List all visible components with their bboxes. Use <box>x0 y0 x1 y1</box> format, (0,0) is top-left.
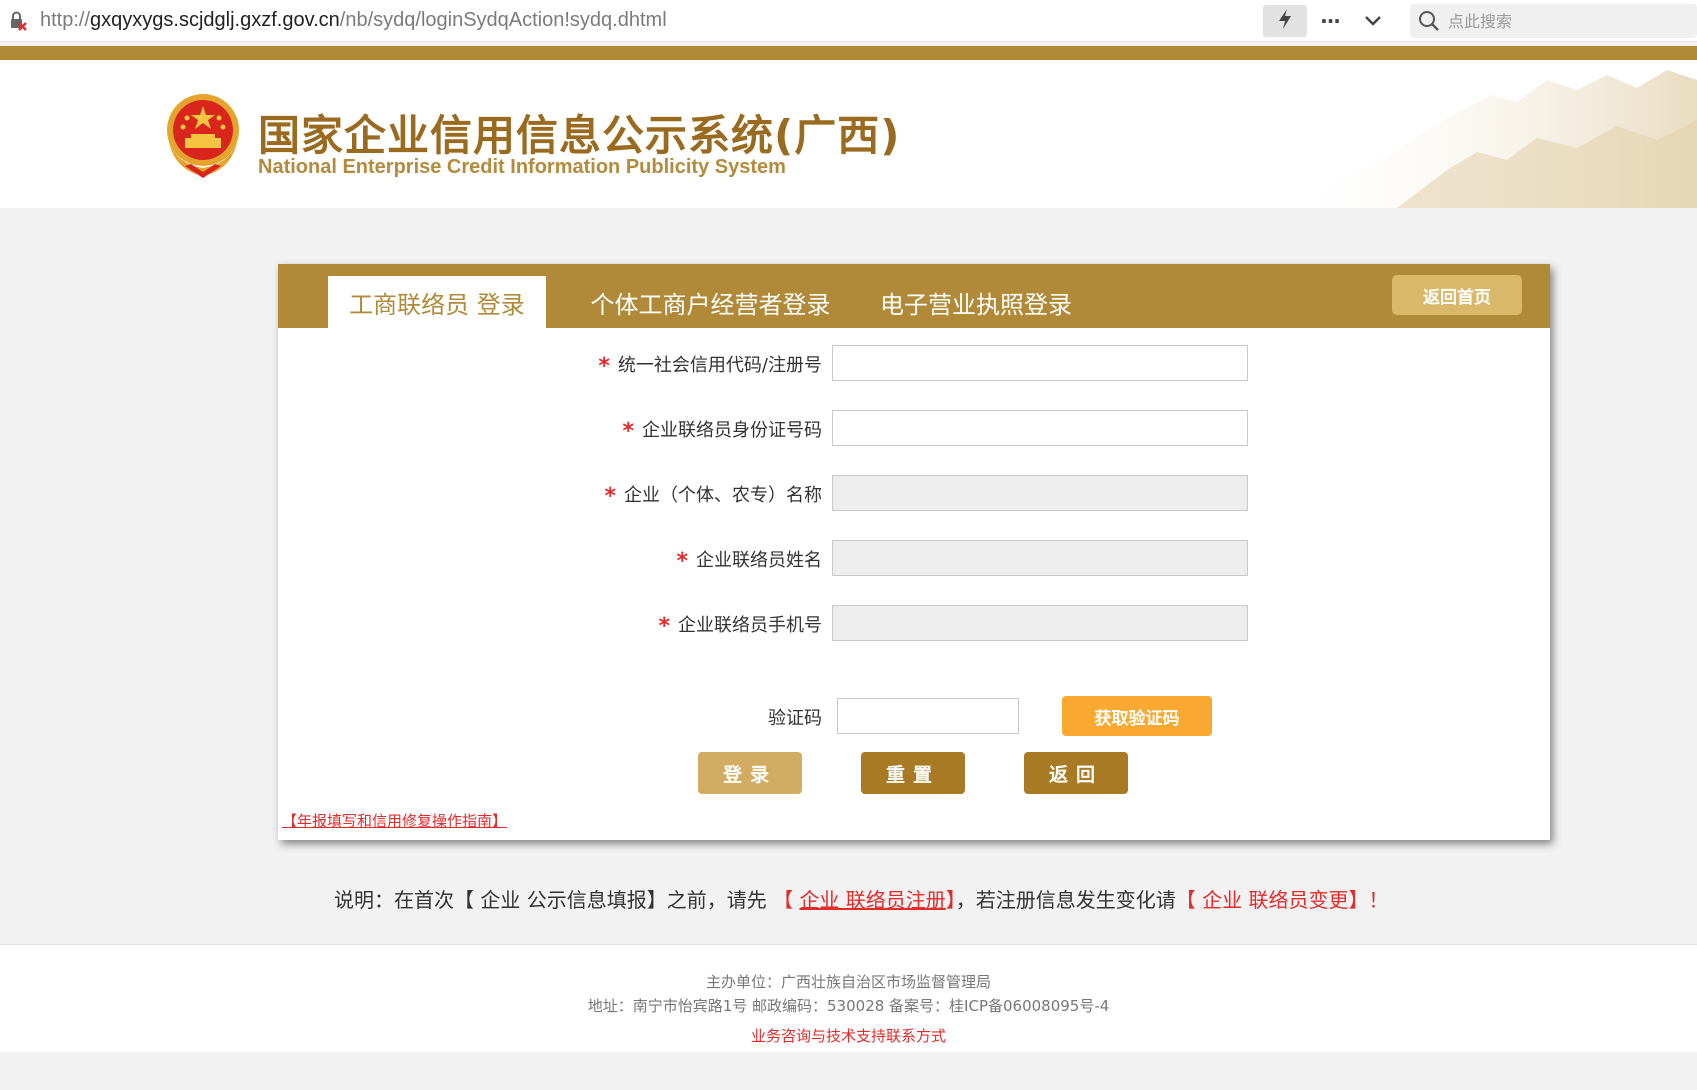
enterprise-name-input[interactable] <box>832 475 1248 511</box>
login-panel: 工商联络员 登录 个体工商户经营者登录 电子营业执照登录 返回首页 * 统一社会信… <box>278 264 1550 840</box>
lightning-icon <box>1276 8 1294 34</box>
site-title-cn: 国家企业信用信息公示系统(广西) <box>258 111 901 160</box>
form-row-enterprise-name: * 企业（个体、农专）名称 <box>278 475 1550 511</box>
tab-e-license-login[interactable]: 电子营业执照登录 <box>868 276 1084 328</box>
browser-search-input[interactable] <box>1448 9 1688 33</box>
site-header: 国家企业信用信息公示系统(广西) National Enterprise Cre… <box>0 60 1697 208</box>
form-row-liaison-phone: * 企业联络员手机号 <box>278 605 1550 641</box>
url-host: gxqyxygs.scjdglj.gxzf.gov.cn <box>90 9 340 31</box>
footer-sponsor: 主办单位：广西壮族自治区市场监督管理局 <box>705 973 991 991</box>
required-star: * <box>622 419 634 444</box>
form-row-id-number: * 企业联络员身份证号码 <box>278 410 1550 446</box>
national-emblem-logo <box>163 92 243 180</box>
form-row-credit-code: * 统一社会信用代码/注册号 <box>278 345 1550 381</box>
register-link-wrapper: 【 企业 联络员注册】 <box>773 888 956 912</box>
required-star: * <box>658 614 670 639</box>
tab-liaison-login[interactable]: 工商联络员 登录 <box>328 276 546 328</box>
id-number-input[interactable] <box>832 410 1248 446</box>
form-row-liaison-name: * 企业联络员姓名 <box>278 540 1550 576</box>
liaison-phone-input[interactable] <box>832 605 1248 641</box>
footer-address: 地址：南宁市怡宾路1号 邮政编码：530028 备案号：桂ICP备0600809… <box>587 997 1110 1015</box>
chevron-down-icon <box>1364 12 1382 31</box>
guide-link-container: 【年报填写和信用修复操作指南】 <box>282 810 507 831</box>
login-tab-bar: 工商联络员 登录 个体工商户经营者登录 电子营业执照登录 返回首页 <box>278 264 1550 328</box>
login-button[interactable]: 登录 <box>698 752 802 794</box>
site-footer: 主办单位：广西壮族自治区市场监督管理局 地址：南宁市怡宾路1号 邮政编码：530… <box>0 944 1697 1052</box>
notice-text: 说明：在首次【 企业 公示信息填报】之前，请先 【 企业 联络员注册】，若注册信… <box>334 888 1389 912</box>
liaison-name-input[interactable] <box>832 540 1248 576</box>
liaison-change-link[interactable]: 【 企业 联络员变更】！ <box>1176 888 1389 912</box>
credit-code-input[interactable] <box>832 345 1248 381</box>
get-verification-code-button[interactable]: 获取验证码 <box>1062 696 1212 736</box>
header-gold-bar <box>0 46 1697 60</box>
lightning-button[interactable] <box>1263 5 1307 37</box>
mountain-decoration <box>1277 70 1697 208</box>
liaison-register-link[interactable]: 企业 联络员注册 <box>799 888 945 912</box>
more-icon: ··· <box>1320 9 1341 33</box>
credit-code-label: * 统一社会信用代码/注册号 <box>598 354 822 379</box>
verification-code-label: 验证码 <box>768 708 822 729</box>
enterprise-name-label: * 企业（个体、农专）名称 <box>604 484 822 509</box>
site-title-en: National Enterprise Credit Information P… <box>258 156 786 178</box>
url-field[interactable]: http://gxqyxygs.scjdglj.gxzf.gov.cn/nb/s… <box>40 9 667 32</box>
liaison-phone-label: * 企业联络员手机号 <box>658 614 822 639</box>
required-star: * <box>676 549 688 574</box>
browser-address-bar: http://gxqyxygs.scjdglj.gxzf.gov.cn/nb/s… <box>0 0 1697 42</box>
return-home-button[interactable]: 返回首页 <box>1392 275 1522 315</box>
url-path: /nb/sydq/loginSydqAction!sydq.dhtml <box>339 9 667 31</box>
liaison-name-label: * 企业联络员姓名 <box>676 549 822 574</box>
reset-button[interactable]: 重置 <box>861 752 965 794</box>
tab-individual-business-login[interactable]: 个体工商户经营者登录 <box>578 276 843 328</box>
required-star: * <box>604 484 616 509</box>
id-number-label: * 企业联络员身份证号码 <box>622 419 822 444</box>
back-button[interactable]: 返回 <box>1024 752 1128 794</box>
insecure-lock-icon[interactable] <box>8 10 28 32</box>
more-options-button[interactable]: ··· <box>1315 6 1345 36</box>
dropdown-button[interactable] <box>1358 6 1388 36</box>
verification-code-input[interactable] <box>837 698 1019 734</box>
url-scheme: http:// <box>40 9 91 31</box>
browser-search-box <box>1410 4 1697 38</box>
required-star: * <box>598 354 610 379</box>
annual-report-guide-link[interactable]: 【年报填写和信用修复操作指南】 <box>282 812 507 830</box>
search-icon <box>1418 10 1440 32</box>
footer-support-link[interactable]: 业务咨询与技术支持联系方式 <box>0 1025 1697 1046</box>
